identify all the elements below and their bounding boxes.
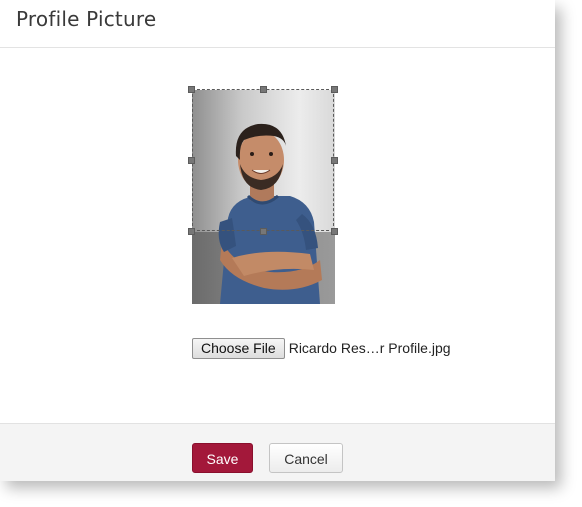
- file-input-row: Choose File Ricardo Res…r Profile.jpg: [192, 337, 451, 359]
- crop-handle-bottom[interactable]: [260, 228, 267, 235]
- crop-handle-top-left[interactable]: [188, 86, 195, 93]
- crop-handle-left[interactable]: [188, 157, 195, 164]
- crop-handle-top-right[interactable]: [331, 86, 338, 93]
- cancel-button[interactable]: Cancel: [269, 443, 343, 473]
- crop-handle-right[interactable]: [331, 157, 338, 164]
- crop-handle-bottom-left[interactable]: [188, 228, 195, 235]
- dialog-title: Profile Picture: [16, 7, 157, 31]
- crop-selection-box[interactable]: [192, 89, 334, 231]
- choose-file-button[interactable]: Choose File: [192, 337, 285, 359]
- save-button[interactable]: Save: [192, 443, 253, 473]
- crop-handle-bottom-right[interactable]: [331, 228, 338, 235]
- crop-handle-top[interactable]: [260, 86, 267, 93]
- selected-file-name: Ricardo Res…r Profile.jpg: [288, 340, 451, 356]
- profile-picture-dialog: Profile Picture Choose File Ricardo Res……: [0, 0, 555, 481]
- dialog-header: Profile Picture: [0, 0, 555, 48]
